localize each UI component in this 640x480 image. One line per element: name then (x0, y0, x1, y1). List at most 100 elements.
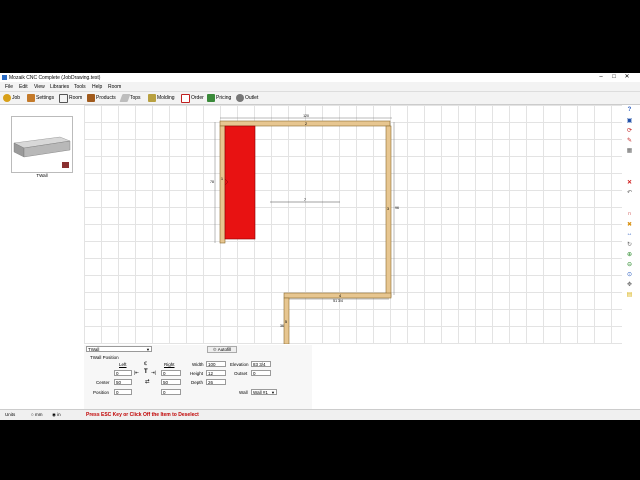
toolbar-pricing-button[interactable]: Pricing (207, 94, 231, 102)
tops-icon (119, 94, 131, 102)
toolbar-label: Order (191, 95, 204, 101)
toolbar-label: Settings (36, 95, 55, 101)
menu-help[interactable]: Help (92, 84, 102, 90)
pan-icon[interactable]: ✥ (625, 280, 634, 288)
wall-3[interactable] (385, 125, 392, 298)
drawing-canvas[interactable]: 120 78 96 51 3/4 36 2 1 3 4 5 7 (84, 105, 622, 344)
unit-mm-radio[interactable]: ○ mm (31, 412, 42, 417)
order-icon (181, 93, 190, 103)
left-value-field[interactable]: 0 (114, 370, 132, 376)
right-value-field[interactable]: 0 (161, 370, 181, 376)
move-icon[interactable]: ↔ (625, 230, 634, 238)
tools-icon[interactable]: ✖ (625, 220, 634, 228)
outset-field[interactable]: 0 (251, 370, 271, 376)
save-icon[interactable]: ▣ (625, 116, 634, 124)
product-thumb-label: TWall (36, 173, 48, 178)
toolbar-products-button[interactable]: Products (87, 94, 116, 102)
menu-file[interactable]: File (5, 84, 13, 90)
right-label: Right (164, 362, 175, 367)
toolbar-molding-button[interactable]: Molding (148, 94, 175, 102)
anchor-icon[interactable]: ℂ (144, 361, 147, 367)
zoom-in-icon[interactable]: ⊕ (625, 250, 634, 258)
toolbar-label: Tops (130, 95, 141, 101)
dimension-bottom: 51 3/4 (333, 299, 343, 303)
toolbar-outlet-button[interactable]: Outlet (236, 94, 258, 102)
rotate-icon[interactable]: ↻ (625, 240, 634, 248)
position-label: Position (93, 390, 110, 395)
autofill-button[interactable]: ⚙ Autofill (207, 346, 237, 353)
unit-in-label: in (57, 412, 61, 417)
center-align-icon[interactable]: ⇄ (145, 379, 150, 385)
job-icon (3, 94, 11, 102)
dimension-stub: 36 (280, 324, 284, 328)
autofill-label: Autofill (217, 347, 232, 352)
type-select-value: TWall (88, 347, 100, 352)
depth-field[interactable]: 26 (206, 379, 226, 385)
wall-4[interactable] (283, 292, 392, 299)
position-right-field[interactable]: 0 (161, 389, 181, 395)
toolbar-tops-button[interactable]: Tops (119, 94, 141, 102)
app-logo-icon (2, 75, 7, 80)
menu-libraries[interactable]: Libraries (50, 84, 69, 90)
zoom-extents-icon[interactable]: ⊙ (625, 270, 634, 278)
dimension-top: 120 (303, 114, 309, 118)
toolbar-label: Products (96, 95, 116, 101)
dimension-left: 78 (210, 180, 214, 184)
position-left-field[interactable]: 0 (114, 389, 132, 395)
toolbar-order-button[interactable]: Order (181, 93, 204, 103)
outset-label: Outset (234, 371, 248, 376)
depth-label: Depth (191, 380, 204, 385)
width-field[interactable]: 100 (206, 361, 226, 367)
delete-icon[interactable]: ✕ (625, 178, 634, 186)
undo-icon[interactable]: ↶ (625, 188, 634, 196)
toolbar-label: Molding (157, 95, 175, 101)
pricing-icon (207, 94, 215, 102)
unit-in-radio[interactable]: ◉ in (52, 412, 61, 418)
align-top-icon[interactable]: T (144, 369, 148, 375)
grid-icon[interactable]: ▦ (625, 146, 634, 154)
center-right-field[interactable]: 50 (161, 379, 181, 385)
align-left-icon[interactable]: |⇤ (134, 370, 139, 376)
menu-view[interactable]: View (34, 84, 45, 90)
magnet-icon[interactable]: ∩ (625, 210, 634, 218)
maximize-button[interactable]: □ (609, 74, 619, 81)
toolbar-label: Outlet (245, 95, 259, 101)
zoom-out-icon[interactable]: ⊖ (625, 260, 634, 268)
type-select[interactable]: TWall ▼ (86, 346, 152, 352)
center-left-field[interactable]: 50 (114, 379, 132, 385)
note-icon[interactable]: ▤ (625, 290, 634, 298)
align-right-icon[interactable]: ⇥| (151, 370, 156, 376)
properties-panel: TWall ▼ ⚙ Autofill TWall Position Left ℂ… (84, 345, 312, 411)
menu-bar: File Edit View Libraries Tools Help Room… (0, 82, 640, 100)
autofill-icon: ⚙ (212, 347, 217, 352)
toolbar-settings-button[interactable]: Settings (27, 94, 54, 102)
wall-select[interactable]: Wall #1 ▼ (251, 389, 277, 395)
status-message: Press ESC Key or Click Off the Item to D… (86, 412, 199, 418)
status-bar: Units ○ mm ◉ in Press ESC Key or Click O… (0, 409, 640, 420)
menu-edit[interactable]: Edit (19, 84, 28, 90)
elevation-field[interactable]: 83 3/4 (251, 361, 271, 367)
settings-icon (27, 94, 35, 102)
wall-1[interactable] (219, 125, 226, 244)
cart-icon (62, 162, 69, 168)
twall-preview-image (13, 136, 71, 168)
menu-tools[interactable]: Tools (74, 84, 86, 90)
center-label: Center (96, 380, 110, 385)
selected-twall-cabinet[interactable] (224, 125, 256, 240)
toolbar-job-button[interactable]: Job (3, 94, 20, 102)
toolbar-room-button[interactable]: Room (59, 93, 82, 103)
molding-icon (148, 94, 156, 102)
minimize-button[interactable]: – (596, 74, 606, 81)
pencil-icon[interactable]: ✎ (625, 136, 634, 144)
section-title: TWall Position (90, 355, 119, 360)
refresh-icon[interactable]: ⟳ (625, 126, 634, 134)
room-plan: 120 78 96 51 3/4 36 2 1 3 4 5 7 (210, 114, 399, 344)
chevron-down-icon: ▼ (146, 347, 150, 352)
help-icon[interactable]: ? (625, 106, 634, 114)
close-button[interactable]: ✕ (622, 74, 632, 81)
chevron-down-icon: ▼ (271, 390, 275, 395)
menu-room[interactable]: Room (108, 84, 121, 90)
product-thumbnail[interactable] (11, 116, 73, 173)
height-field[interactable]: 12 (206, 370, 226, 376)
wall-select-value: Wall #1 (253, 390, 268, 395)
